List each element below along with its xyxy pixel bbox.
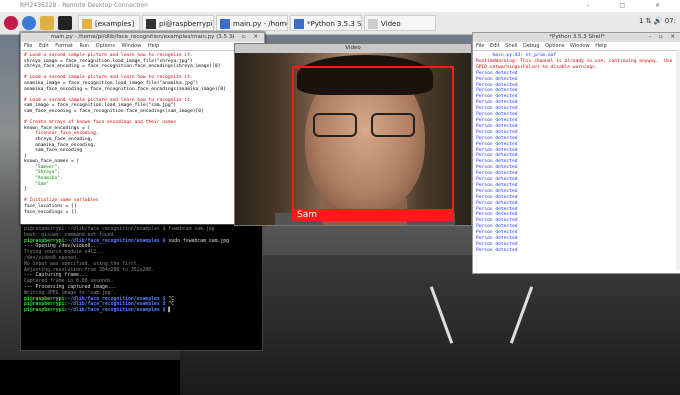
remote-window-controls[interactable]: – □ ✕ [586, 0, 674, 12]
python-icon [220, 19, 230, 29]
menu-debug[interactable]: Debug [523, 43, 539, 49]
shell-line: RuntimeWarning: This channel is already … [476, 58, 673, 64]
code-editor[interactable]: # Load a second sample picture and learn… [21, 51, 264, 217]
menu-file[interactable]: File [24, 43, 32, 49]
menu-window[interactable]: Window [570, 43, 590, 49]
shell-title: *Python 3.5.3 Shell* [549, 34, 605, 40]
shell-output[interactable]: main.py:43: nt_prim.oof RuntimeWarning: T… [473, 51, 680, 256]
video-window[interactable]: Video Sam [234, 43, 472, 226]
menu-edit[interactable]: Edit [39, 43, 49, 49]
video-titlebar[interactable]: Video [235, 44, 471, 53]
camera-frame: Sam [235, 53, 471, 225]
taskbar-item-shell[interactable]: *Python 3.5.3 Shell* [290, 15, 362, 31]
file-manager-icon[interactable] [40, 16, 54, 30]
raspberry-menu-icon[interactable] [4, 16, 18, 30]
video-title: Video [345, 45, 361, 51]
python-icon [294, 19, 304, 29]
code-line: anamika_face_encoding = face_recognition… [24, 86, 226, 92]
menu-edit[interactable]: Edit [490, 43, 500, 49]
terminal-icon [146, 19, 156, 29]
shell-line-person-detected: Person detected [476, 247, 518, 253]
menu-options[interactable]: Options [545, 43, 564, 49]
face-label: Sam [297, 210, 317, 220]
terminal-launcher-icon[interactable] [58, 16, 72, 30]
editor-window-controls[interactable]: – ▫ ✕ [231, 33, 261, 42]
editor-menubar: File Edit Format Run Options Window Help [21, 42, 264, 51]
terminal-line: pi@raspberrypi:~/dlib/face_recognition/e… [24, 308, 172, 314]
taskbar-item-label: *Python 3.5.3 Shell* [307, 20, 362, 28]
shell-menubar: File Edit Shell Debug Options Window Hel… [473, 42, 680, 51]
menu-help[interactable]: Help [595, 43, 606, 49]
terminal-window[interactable]: pi@raspberrypi:~/dlib/face_recognition/e… [20, 224, 263, 351]
menu-file[interactable]: File [476, 43, 484, 49]
browser-icon[interactable] [22, 16, 36, 30]
taskbar-item-label: [examples] [95, 20, 135, 28]
code-line: face_encodings = [] [24, 209, 77, 215]
taskbar-item-label: Video [381, 20, 401, 28]
system-tray[interactable]: 1 ⇅ 🔊 07: [639, 17, 676, 25]
taskbar-item-terminal[interactable]: pi@raspberrypi: ~/dli... [142, 15, 214, 31]
menu-shell[interactable]: Shell [505, 43, 517, 49]
menu-help[interactable]: Help [148, 43, 159, 49]
remote-desktop-titlebar: RPI2436228 - Remote Desktop Connection –… [0, 0, 680, 12]
face-bounding-box [292, 66, 454, 219]
taskbar-item-editor[interactable]: main.py - /home/pi/d... [216, 15, 288, 31]
menu-options[interactable]: Options [96, 43, 115, 49]
remote-desktop-title: RPI2436228 - Remote Desktop Connection [20, 2, 148, 9]
menu-window[interactable]: Window [122, 43, 142, 49]
shell-window-controls[interactable]: – ▫ ✕ [648, 33, 678, 42]
shell-titlebar[interactable]: *Python 3.5.3 Shell* – ▫ ✕ [473, 33, 680, 42]
python-shell-window[interactable]: *Python 3.5.3 Shell* – ▫ ✕ File Edit She… [472, 32, 680, 274]
taskbar-item-label: main.py - /home/pi/d... [233, 20, 287, 28]
window-icon [368, 19, 378, 29]
menu-format[interactable]: Format [55, 43, 73, 49]
editor-window[interactable]: main.py - /home/pi/dlib/face_recognition… [20, 32, 265, 226]
taskbar-item-examples[interactable]: [examples] [78, 15, 140, 31]
menu-run[interactable]: Run [79, 43, 89, 49]
taskbar-item-video[interactable]: Video [364, 15, 436, 31]
shell-scrollbar[interactable] [676, 50, 680, 270]
editor-titlebar[interactable]: main.py - /home/pi/dlib/face_recognition… [21, 33, 264, 42]
taskbar-item-label: pi@raspberrypi: ~/dli... [159, 20, 214, 28]
folder-icon [82, 19, 92, 29]
editor-title: main.py - /home/pi/dlib/face_recognition… [50, 34, 235, 40]
